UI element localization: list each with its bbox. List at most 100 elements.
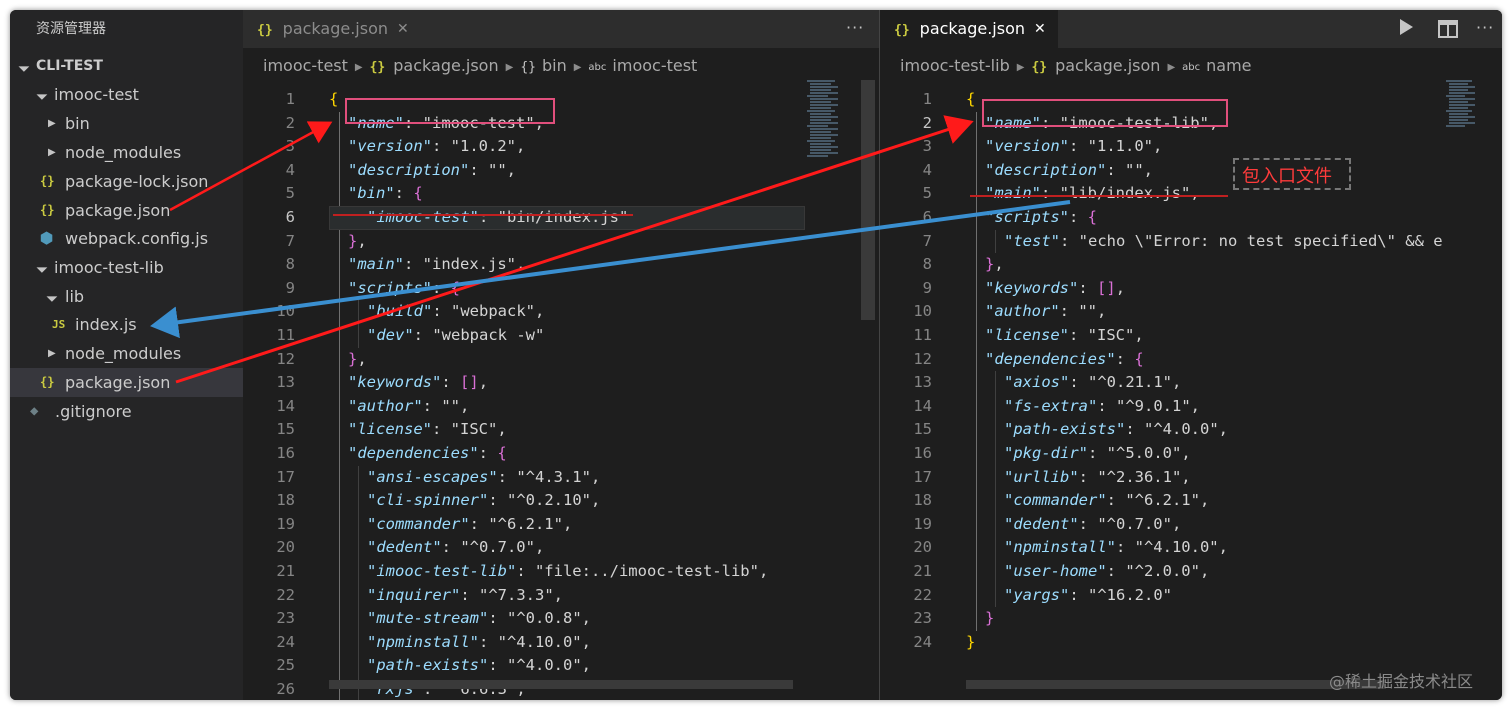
close-icon[interactable]: ✕ <box>1034 10 1046 48</box>
sidebar-item[interactable]: JS index.js <box>10 310 243 339</box>
code-line[interactable]: 12}, <box>243 348 803 372</box>
code-line[interactable]: 11 "dev": "webpack -w" <box>243 324 803 348</box>
code-line[interactable]: 24 "npminstall": "^4.10.0", <box>243 631 803 655</box>
horizontal-scrollbar[interactable] <box>966 680 1386 689</box>
code-line[interactable]: 24} <box>880 631 1440 655</box>
chevron-down-icon[interactable]: ◢ <box>29 255 55 281</box>
chevron-down-icon[interactable]: ◢ <box>11 54 37 80</box>
breadcrumb-symbol[interactable]: bin <box>542 56 567 75</box>
chevron-down-icon[interactable]: ◢ <box>39 284 65 310</box>
code-line[interactable]: 17 "urllib": "^2.36.1", <box>880 466 1440 490</box>
code-line[interactable]: 13 "axios": "^0.21.1", <box>880 371 1440 395</box>
minimap[interactable] <box>807 80 851 170</box>
code-line[interactable]: 7 "test": "echo \"Error: no test specifie… <box>880 230 1443 254</box>
breadcrumb-folder[interactable]: imooc-test-lib <box>900 56 1010 75</box>
code-line[interactable]: 9 "keywords": [], <box>880 277 1440 301</box>
code-text: "test": "echo \"Error: no test specified… <box>1004 231 1443 250</box>
breadcrumb-symbol[interactable]: imooc-test <box>612 56 697 75</box>
code-line[interactable]: 13 "keywords": [], <box>243 371 803 395</box>
code-line[interactable]: 18 "cli-spinner": "^0.2.10", <box>243 489 803 513</box>
code-line[interactable]: 5 "bin": { <box>243 182 803 206</box>
line-number: 2 <box>922 113 932 132</box>
tab-right-package-json[interactable]: {} package.json ✕ <box>880 10 1058 48</box>
code-line[interactable]: 16 "pkg-dir": "^5.0.0", <box>880 442 1440 466</box>
chevron-right-icon: ▶ <box>573 62 582 73</box>
code-line[interactable]: 4 "description": "", <box>880 159 1440 183</box>
sidebar-item[interactable]: {} package.json <box>10 196 243 225</box>
split-editor-icon[interactable] <box>1438 20 1458 43</box>
code-line[interactable]: 22 "inquirer": "^7.3.3", <box>243 584 803 608</box>
line-number: 24 <box>913 632 932 651</box>
code-line[interactable]: 10 "author": "", <box>880 300 1440 324</box>
code-line[interactable]: 11 "license": "ISC", <box>880 324 1440 348</box>
sidebar-item[interactable]: ▶ node_modules <box>10 339 243 368</box>
line-number: 26 <box>276 680 295 698</box>
play-icon[interactable] <box>1398 18 1414 41</box>
tab-left-package-json[interactable]: {} package.json ✕ <box>243 10 421 48</box>
breadcrumb-file[interactable]: package.json <box>393 56 498 75</box>
minimap-line <box>810 131 831 133</box>
code-line[interactable]: 19 "dedent": "^0.7.0", <box>880 513 1440 537</box>
sidebar-item[interactable]: ⬢ webpack.config.js <box>10 224 243 253</box>
minimap-line <box>810 101 831 103</box>
code-line[interactable]: 21 "imooc-test-lib": "file:../imooc-test-… <box>243 560 803 584</box>
code-line[interactable]: 9 "scripts": { <box>243 277 803 301</box>
code-line[interactable]: 19 "commander": "^6.2.1", <box>243 513 803 537</box>
sidebar-item[interactable]: ◆ .gitignore <box>10 397 243 426</box>
minimap-line <box>810 116 838 118</box>
code-line[interactable]: 20 "dedent": "^0.7.0", <box>243 536 803 560</box>
line-number: 2 <box>285 113 295 132</box>
code-line[interactable]: 17 "ansi-escapes": "^4.3.1", <box>243 466 803 490</box>
breadcrumb-symbol[interactable]: name <box>1206 56 1251 75</box>
sidebar-item[interactable]: ▶ bin <box>10 109 243 138</box>
code-line[interactable]: 15 "license": "ISC", <box>243 418 803 442</box>
code-line[interactable]: 12 "dependencies": { <box>880 348 1440 372</box>
chevron-right-icon[interactable]: ▶ <box>48 138 56 167</box>
code-line[interactable]: 3 "version": "1.1.0", <box>880 135 1440 159</box>
right-tab-bar: {} package.json ✕ ··· <box>880 10 1502 48</box>
breadcrumb-folder[interactable]: imooc-test <box>263 56 348 75</box>
sidebar-item[interactable]: {} package.json <box>10 368 243 397</box>
close-icon[interactable]: ✕ <box>397 10 409 48</box>
sidebar-item[interactable]: ◢ imooc-test-lib <box>10 253 243 282</box>
sidebar-item-label: node_modules <box>65 344 182 363</box>
sidebar-item[interactable]: ◢ lib <box>10 282 243 311</box>
sidebar-item[interactable]: ▶ node_modules <box>10 138 243 167</box>
chevron-down-icon[interactable]: ◢ <box>29 82 55 108</box>
code-line[interactable]: 4 "description": "", <box>243 159 803 183</box>
code-line[interactable]: 21 "user-home": "^2.0.0", <box>880 560 1440 584</box>
json-file-icon: {} <box>40 203 55 217</box>
chevron-right-icon[interactable]: ▶ <box>48 109 56 138</box>
code-line[interactable]: 14 "fs-extra": "^9.0.1", <box>880 395 1440 419</box>
minimap[interactable] <box>1446 80 1490 140</box>
code-text: "scripts": { <box>985 208 1098 226</box>
sidebar-item[interactable]: ◢ imooc-test <box>10 80 243 109</box>
more-icon[interactable]: ··· <box>1476 10 1494 48</box>
code-line[interactable]: 8 "main": "index.js", <box>243 253 803 277</box>
chevron-right-icon[interactable]: ▶ <box>48 339 56 368</box>
code-line[interactable]: 6 "imooc-test": "bin/index.js" <box>243 206 803 230</box>
code-line[interactable]: 20 "npminstall": "^4.10.0", <box>880 536 1440 560</box>
code-line[interactable]: 22 "yargs": "^16.2.0" <box>880 584 1440 608</box>
sidebar-item[interactable]: ◢ CLI-TEST <box>10 52 243 81</box>
code-line[interactable]: 14 "author": "", <box>243 395 803 419</box>
line-number: 23 <box>276 609 295 628</box>
code-line[interactable]: 6 "scripts": { <box>880 206 1440 230</box>
chevron-right-icon: ▶ <box>354 62 363 73</box>
js-file-icon: JS <box>52 318 66 331</box>
horizontal-scrollbar[interactable] <box>329 680 793 689</box>
code-line[interactable]: 18 "commander": "^6.2.1", <box>880 489 1440 513</box>
code-line[interactable]: 3 "version": "1.0.2", <box>243 135 803 159</box>
breadcrumb-file[interactable]: package.json <box>1055 56 1160 75</box>
code-line[interactable]: 25 "path-exists": "^4.0.0", <box>243 654 803 678</box>
code-line[interactable]: 16 "dependencies": { <box>243 442 803 466</box>
more-icon[interactable]: ··· <box>846 10 864 48</box>
sidebar-item[interactable]: {} package-lock.json <box>10 167 243 196</box>
vertical-scrollbar[interactable] <box>861 80 875 320</box>
code-line[interactable]: 23} <box>880 607 1440 631</box>
code-line[interactable]: 23 "mute-stream": "^0.0.8", <box>243 607 803 631</box>
code-line[interactable]: 10 "build": "webpack", <box>243 300 803 324</box>
code-line[interactable]: 8}, <box>880 253 1440 277</box>
code-line[interactable]: 7}, <box>243 230 803 254</box>
code-line[interactable]: 15 "path-exists": "^4.0.0", <box>880 418 1440 442</box>
